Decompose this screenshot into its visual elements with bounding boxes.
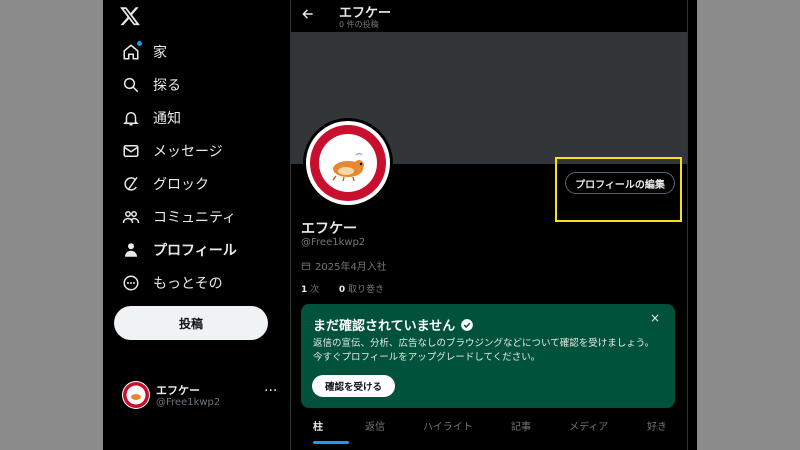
sidebar-item-more[interactable]: もっとその [120,270,223,296]
followers-label: 取り巻き [348,285,385,295]
more-icon [120,272,142,294]
x-logo-icon[interactable] [119,5,143,29]
profile-column: エフケー 0 件の投稿 プロフィールの編集 エフケー @Free1kwp2 20 [290,0,688,450]
sidebar: 家 探る 通知 メッセージ グロック コミュニティ プロフィール もっとその 投… [103,0,290,450]
sidebar-item-grok[interactable]: グロック [120,171,209,197]
highlight-box [555,157,682,222]
followers-count: 0 [338,285,346,295]
verified-badge-icon [461,318,474,331]
profile-avatar[interactable] [303,118,393,208]
join-date: 2025年4月入社 [301,258,387,273]
sidebar-item-notifications[interactable]: 通知 [120,105,181,131]
following-label: 次 [310,285,320,295]
join-date-text: 2025年4月入社 [315,262,387,273]
mail-icon [120,140,142,162]
followers-link[interactable]: 0 取り巻き [339,285,384,295]
tab-likes[interactable]: 好き [647,418,667,433]
account-handle: @Free1kwp2 [156,397,221,408]
search-icon [120,74,142,96]
sidebar-item-label: もっとその [153,276,223,292]
post-button[interactable]: 投稿 [114,306,268,340]
bell-icon [120,107,142,129]
more-options-icon[interactable]: ··· [264,383,277,399]
tab-media[interactable]: メディア [569,418,608,433]
post-count: 0 件の投稿 [339,20,379,29]
get-verified-button[interactable]: 確認を受ける [312,375,395,397]
verification-card-title: まだ確認されていません [313,315,474,334]
sidebar-item-label: メッセージ [153,144,223,160]
home-icon [120,41,142,63]
tab-highlights[interactable]: ハイライト [423,418,473,433]
following-count: 1 [301,285,308,295]
grok-icon [120,173,142,195]
tab-replies[interactable]: 返信 [365,418,385,433]
sidebar-item-communities[interactable]: コミュニティ [120,204,236,230]
verification-title-text: まだ確認されていません [313,319,456,334]
sidebar-item-label: コミュニティ [153,210,237,226]
avatar [122,381,150,409]
sidebar-item-messages[interactable]: メッセージ [120,138,223,164]
sidebar-item-explore[interactable]: 探る [120,72,181,98]
profile-tabs: 柱 返信 ハイライト 記事 メディア 好き [291,410,687,450]
person-icon [120,239,142,261]
notification-dot [137,41,142,46]
tab-articles[interactable]: 記事 [511,418,531,433]
sidebar-item-label: グロック [153,177,209,193]
calendar-icon [301,262,311,270]
sidebar-item-label: 家 [153,45,167,61]
tab-posts[interactable]: 柱 [313,418,323,433]
account-switcher[interactable]: エフケー @Free1kwp2 ··· [117,378,285,414]
app-window: 家 探る 通知 メッセージ グロック コミュニティ プロフィール もっとその 投… [103,0,697,450]
following-link[interactable]: 1 次 [301,285,319,295]
profile-header: エフケー 0 件の投稿 [291,0,687,32]
sidebar-item-profile[interactable]: プロフィール [120,237,237,263]
verification-card: まだ確認されていません × 返信の宣伝、分析、広告なしのブラウジングなどについて… [301,304,675,408]
profile-handle: @Free1kwp2 [301,237,366,248]
sidebar-item-home[interactable]: 家 [120,39,167,65]
active-tab-indicator [313,441,349,444]
sidebar-item-label: プロフィール [153,243,237,259]
verification-card-text: 返信の宣伝、分析、広告なしのブラウジングなどについて確認を受けましょう。今すぐプ… [313,338,655,363]
close-icon[interactable]: × [650,311,660,325]
sidebar-item-label: 探る [153,78,181,94]
sidebar-item-label: 通知 [153,111,181,127]
community-icon [120,206,142,228]
follow-stats: 1 次 0 取り巻き [301,282,384,295]
account-name: エフケー [156,384,200,397]
profile-name: エフケー [301,221,357,237]
back-arrow-icon[interactable] [301,6,317,22]
